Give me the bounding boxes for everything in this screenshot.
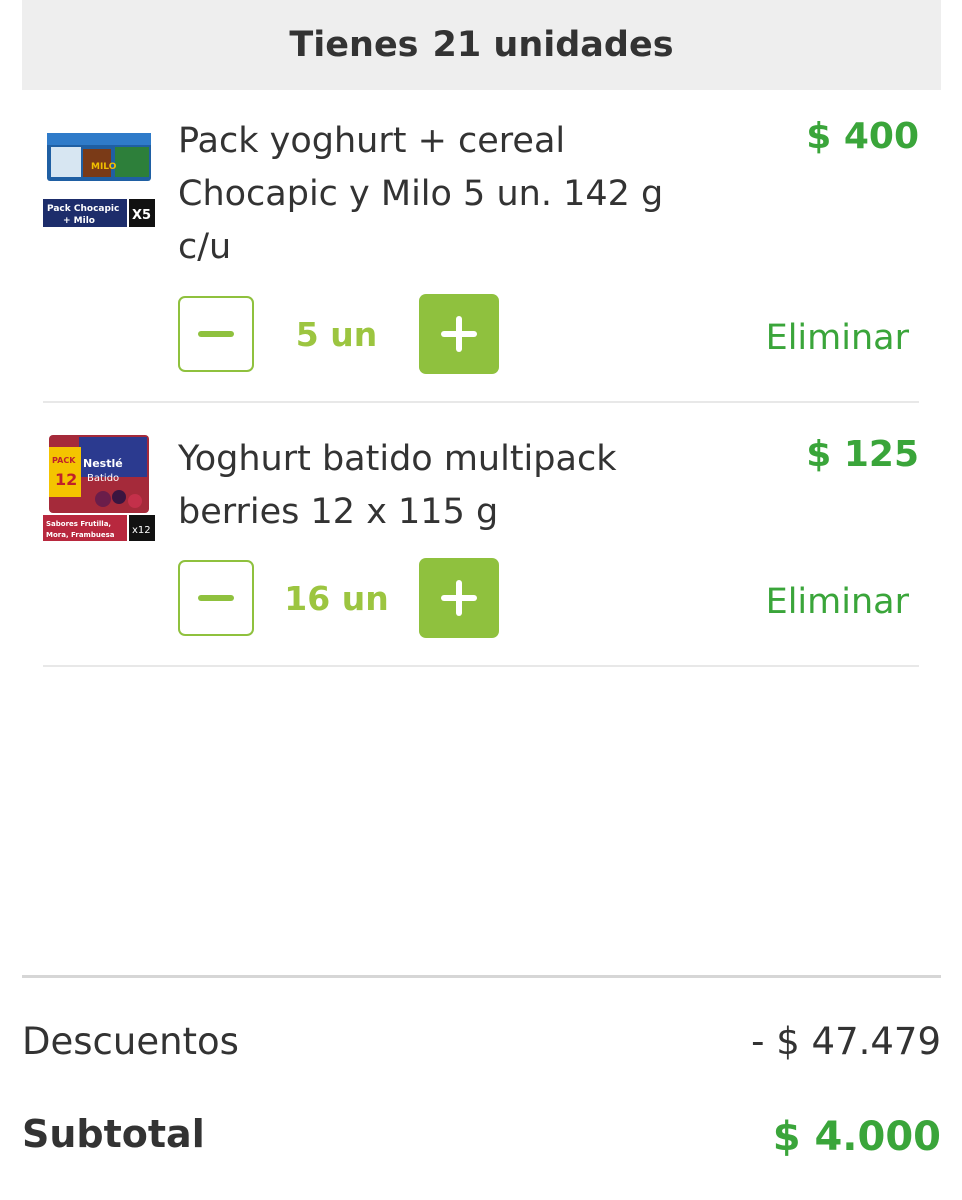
remove-item-button[interactable]: Eliminar [766, 582, 909, 622]
decrease-quantity-button[interactable] [178, 560, 254, 636]
discounts-value: - $ 47.479 [751, 1020, 941, 1063]
subtotal-value: $ 4.000 [772, 1114, 941, 1160]
cart-unit-count: 21 unidades [432, 25, 674, 65]
minus-icon [198, 595, 234, 601]
svg-text:Nestlé: Nestlé [83, 457, 123, 470]
minus-icon [198, 331, 234, 337]
item-divider [43, 401, 919, 403]
svg-text:Pack Chocapic: Pack Chocapic [47, 204, 119, 214]
quantity-value: 16 un [284, 578, 389, 618]
svg-text:+ Milo: + Milo [63, 216, 95, 226]
cart-item: PACK 12 Nestlé Batido Sabores Frutilla, … [43, 433, 919, 658]
increase-quantity-button[interactable] [419, 558, 499, 638]
svg-text:12: 12 [55, 470, 77, 489]
svg-text:PACK: PACK [52, 456, 76, 465]
milo-logo-text: MILO [91, 162, 117, 172]
decrease-quantity-button[interactable] [178, 296, 254, 372]
product-price: $ 400 [806, 116, 919, 157]
summary-divider [22, 975, 941, 978]
svg-text:Batido: Batido [87, 473, 119, 484]
subtotal-label: Subtotal [22, 1112, 205, 1156]
cart-header-prefix: Tienes [289, 25, 419, 65]
cart-header: Tienes 21 unidades [22, 0, 941, 90]
svg-text:Mora, Frambuesa: Mora, Frambuesa [46, 531, 115, 539]
svg-text:X5: X5 [132, 208, 151, 223]
product-image: MILO Pack Chocapic + Milo X5 [43, 127, 155, 239]
item-divider [43, 665, 919, 667]
remove-item-button[interactable]: Eliminar [766, 318, 909, 358]
product-name[interactable]: Yoghurt batido multipack berries 12 x 11… [178, 433, 678, 539]
product-image: PACK 12 Nestlé Batido Sabores Frutilla, … [43, 433, 155, 545]
product-name[interactable]: Pack yoghurt + cereal Chocapic y Milo 5 … [178, 115, 678, 274]
discounts-label: Descuentos [22, 1020, 239, 1063]
cart-item: MILO Pack Chocapic + Milo X5 Pack yoghur… [43, 115, 919, 395]
plus-icon [441, 316, 477, 352]
svg-text:Sabores Frutilla,: Sabores Frutilla, [46, 520, 111, 528]
product-price: $ 125 [806, 434, 919, 475]
quantity-value: 5 un [295, 314, 378, 354]
increase-quantity-button[interactable] [419, 294, 499, 374]
svg-text:x12: x12 [132, 525, 151, 536]
plus-icon [441, 580, 477, 616]
